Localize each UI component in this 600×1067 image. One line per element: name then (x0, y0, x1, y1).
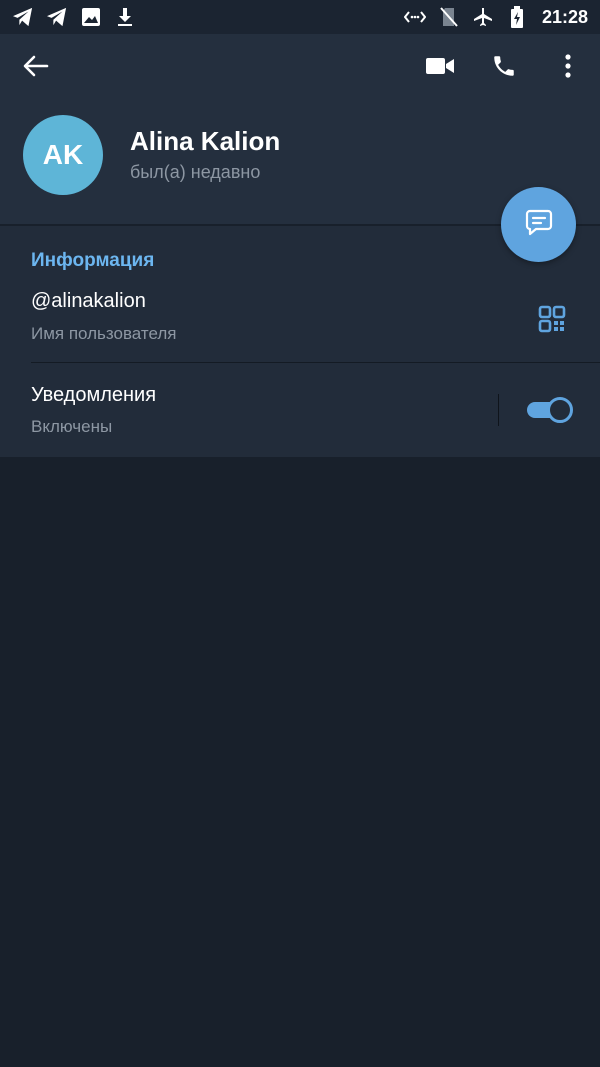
qr-code-button[interactable] (532, 301, 572, 341)
username-value: @alinakalion (31, 290, 146, 312)
notifications-status: Включены (31, 417, 113, 436)
status-bar-system: 21:28 (403, 6, 588, 28)
send-message-button[interactable] (501, 187, 576, 262)
divider (31, 362, 600, 363)
avatar-initials: AK (42, 139, 84, 170)
section-title: Информация (31, 250, 155, 271)
status-bar-notifications (12, 6, 136, 28)
back-button[interactable] (12, 44, 60, 92)
more-options-button[interactable] (544, 44, 592, 92)
phone-icon (491, 53, 517, 84)
info-section: Информация @alinakalion Имя пользователя… (0, 226, 600, 457)
telegram-icon (12, 6, 34, 28)
qr-code-icon (538, 305, 566, 338)
profile-header: AK Alina Kalion был(а) недавно (0, 34, 600, 224)
notifications-title: Уведомления (31, 384, 157, 406)
profile-name: Alina Kalion (130, 126, 281, 156)
more-vertical-icon (564, 53, 572, 83)
airplane-icon (472, 6, 494, 28)
vertical-separator (498, 394, 499, 426)
download-icon (114, 6, 136, 28)
video-call-button[interactable] (416, 44, 464, 92)
video-camera-icon (425, 56, 455, 81)
status-bar: 21:28 (0, 0, 600, 34)
message-icon (524, 207, 554, 242)
image-icon (80, 6, 102, 28)
telegram-icon (46, 6, 68, 28)
toggle-knob (547, 397, 573, 423)
notifications-toggle[interactable] (524, 396, 574, 424)
data-transfer-icon (403, 6, 426, 28)
battery-charging-icon (506, 6, 528, 28)
call-button[interactable] (480, 44, 528, 92)
avatar[interactable]: AK (23, 115, 103, 195)
status-time: 21:28 (541, 6, 588, 27)
profile-status: был(а) недавно (130, 162, 261, 182)
arrow-left-icon (23, 55, 49, 82)
no-sim-icon (438, 6, 460, 28)
username-label: Имя пользователя (31, 324, 177, 343)
